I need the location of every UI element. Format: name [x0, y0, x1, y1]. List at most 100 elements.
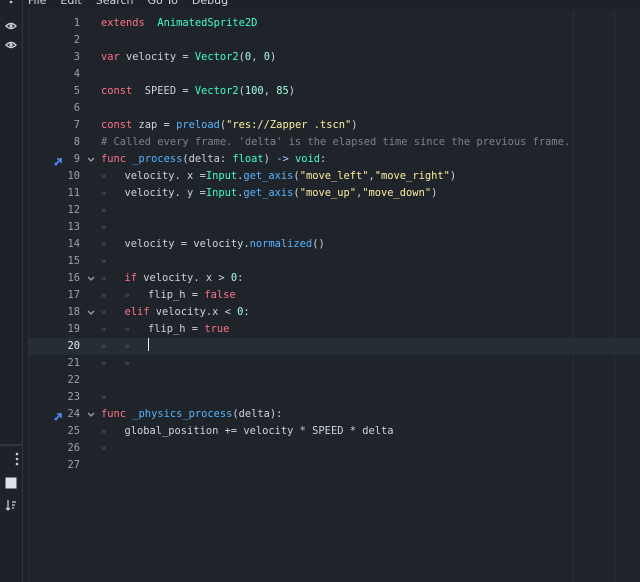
line-gutter[interactable]: 9: [29, 151, 81, 168]
code-text[interactable]: const SPEED = Vector2(100, 85): [101, 83, 295, 100]
code-token: const: [101, 85, 133, 97]
sort-icon[interactable]: [3, 497, 19, 513]
eye-icon[interactable]: [3, 37, 19, 53]
code-token: velocity =: [119, 51, 195, 63]
code-line[interactable]: 3 var velocity = Vector2(0, 0): [29, 49, 640, 66]
code-text[interactable]: »: [101, 389, 125, 407]
line-gutter[interactable]: 27: [29, 457, 81, 474]
line-gutter[interactable]: 17: [29, 287, 81, 304]
line-number: 18: [67, 306, 80, 318]
tab-indent-marker: »: [124, 342, 130, 352]
code-text[interactable]: » » flip_h = true: [101, 321, 229, 339]
code-text[interactable]: »: [101, 219, 125, 237]
code-text[interactable]: const zap = preload("res://Zapper .tscn"…: [101, 117, 358, 134]
code-text[interactable]: var velocity = Vector2(0, 0): [101, 49, 276, 66]
code-text[interactable]: func _physics_process(delta):: [101, 406, 282, 423]
code-line[interactable]: 7 const zap = preload("res://Zapper .tscn…: [29, 117, 640, 134]
code-token: void: [294, 153, 320, 165]
code-line[interactable]: 8 # Called every frame. 'delta' is the el…: [29, 134, 640, 151]
line-gutter[interactable]: 24: [29, 406, 81, 423]
line-gutter[interactable]: 22: [29, 372, 81, 389]
line-gutter[interactable]: 16: [29, 270, 81, 287]
menu-goto[interactable]: Go To: [148, 0, 178, 8]
line-gutter[interactable]: 8: [29, 134, 81, 151]
square-icon[interactable]: [3, 475, 19, 491]
code-line[interactable]: 24 func _physics_process(delta):: [29, 406, 640, 423]
code-line[interactable]: 12 »: [29, 202, 640, 219]
code-line[interactable]: 19 » » flip_h = true: [29, 321, 640, 338]
code-text[interactable]: » elif velocity.x < 0:: [101, 304, 250, 322]
code-text[interactable]: func _process(delta: float) -> void:: [101, 151, 326, 168]
line-gutter[interactable]: 7: [29, 117, 81, 134]
code-line[interactable]: 1 extends AnimatedSprite2D: [29, 15, 640, 32]
code-text[interactable]: » velocity = velocity.normalized(): [101, 236, 325, 254]
code-text[interactable]: »»: [101, 355, 148, 373]
line-gutter[interactable]: 4: [29, 66, 81, 83]
line-gutter[interactable]: 20: [29, 338, 81, 355]
code-text[interactable]: extends AnimatedSprite2D: [101, 15, 257, 32]
line-gutter[interactable]: 12: [29, 202, 81, 219]
line-gutter[interactable]: 25: [29, 423, 81, 440]
code-line[interactable]: 21 »»: [29, 355, 640, 372]
code-line[interactable]: 25 » global_position += velocity * SPEED *…: [29, 423, 640, 440]
code-line[interactable]: 6: [29, 100, 640, 117]
kebab-menu-icon[interactable]: [9, 451, 25, 467]
line-gutter[interactable]: 2: [29, 32, 81, 49]
code-line[interactable]: 20 »»: [29, 338, 640, 355]
code-text[interactable]: » velocity. y =Input.get_axis("move_up","…: [101, 185, 437, 203]
code-text[interactable]: » global_position += velocity * SPEED * d…: [101, 423, 394, 441]
code-line[interactable]: 2: [29, 32, 640, 49]
code-line[interactable]: 15 »: [29, 253, 640, 270]
line-gutter[interactable]: 5: [29, 83, 81, 100]
line-gutter[interactable]: 10: [29, 168, 81, 185]
line-gutter[interactable]: 18: [29, 304, 81, 321]
line-gutter[interactable]: 6: [29, 100, 81, 117]
code-line[interactable]: 4: [29, 66, 640, 83]
code-text[interactable]: »»: [101, 338, 149, 356]
code-line[interactable]: 14 » velocity = velocity.normalized(): [29, 236, 640, 253]
code-text[interactable]: » velocity. x =Input.get_axis("move_left"…: [101, 168, 456, 186]
line-number: 2: [73, 34, 80, 46]
code-line[interactable]: 9 func _process(delta: float) -> void:: [29, 151, 640, 168]
code-line[interactable]: 13 »: [29, 219, 640, 236]
line-number: 7: [73, 119, 80, 131]
code-line[interactable]: 17 » » flip_h = false: [29, 287, 640, 304]
line-number: 12: [67, 204, 80, 216]
line-gutter[interactable]: 21: [29, 355, 81, 372]
menu-debug[interactable]: Debug: [192, 0, 228, 8]
code-token: Vector2: [194, 51, 239, 63]
code-line[interactable]: 10 » velocity. x =Input.get_axis("move_lef…: [29, 168, 640, 185]
code-line[interactable]: 5 const SPEED = Vector2(100, 85): [29, 83, 640, 100]
code-line[interactable]: 11 » velocity. y =Input.get_axis("move_up"…: [29, 185, 640, 202]
code-text[interactable]: » if velocity. x > 0:: [101, 270, 243, 288]
code-line[interactable]: 27: [29, 457, 640, 474]
code-text[interactable]: # Called every frame. 'delta' is the ela…: [101, 134, 570, 151]
line-gutter[interactable]: 14: [29, 236, 81, 253]
code-line[interactable]: 23 »: [29, 389, 640, 406]
code-line[interactable]: 22: [29, 372, 640, 389]
code-text[interactable]: » » flip_h = false: [101, 287, 236, 305]
code-line[interactable]: 18 » elif velocity.x < 0:: [29, 304, 640, 321]
code-editor[interactable]: 1 extends AnimatedSprite2D 2 3 var velocity …: [28, 10, 640, 582]
code-line[interactable]: 26 »: [29, 440, 640, 457]
line-gutter[interactable]: 11: [29, 185, 81, 202]
code-text[interactable]: »: [101, 440, 125, 458]
menu-edit[interactable]: Edit: [60, 0, 81, 8]
code-text[interactable]: »: [101, 202, 125, 220]
line-gutter[interactable]: 1: [29, 15, 81, 32]
eye-icon[interactable]: [3, 18, 19, 34]
line-gutter[interactable]: 3: [29, 49, 81, 66]
code-token: _physics_process: [132, 408, 233, 420]
menu-file[interactable]: File: [28, 0, 46, 8]
line-gutter[interactable]: 15: [29, 253, 81, 270]
menu-search[interactable]: Search: [96, 0, 134, 8]
tab-indent-marker: »: [101, 444, 107, 454]
line-gutter[interactable]: 26: [29, 440, 81, 457]
code-line[interactable]: 16 » if velocity. x > 0:: [29, 270, 640, 287]
line-gutter[interactable]: 13: [29, 219, 81, 236]
line-gutter[interactable]: 19: [29, 321, 81, 338]
kebab-menu-icon[interactable]: [3, 0, 19, 10]
code-text[interactable]: »: [101, 253, 125, 271]
line-gutter[interactable]: 23: [29, 389, 81, 406]
panel-divider[interactable]: [0, 444, 22, 446]
